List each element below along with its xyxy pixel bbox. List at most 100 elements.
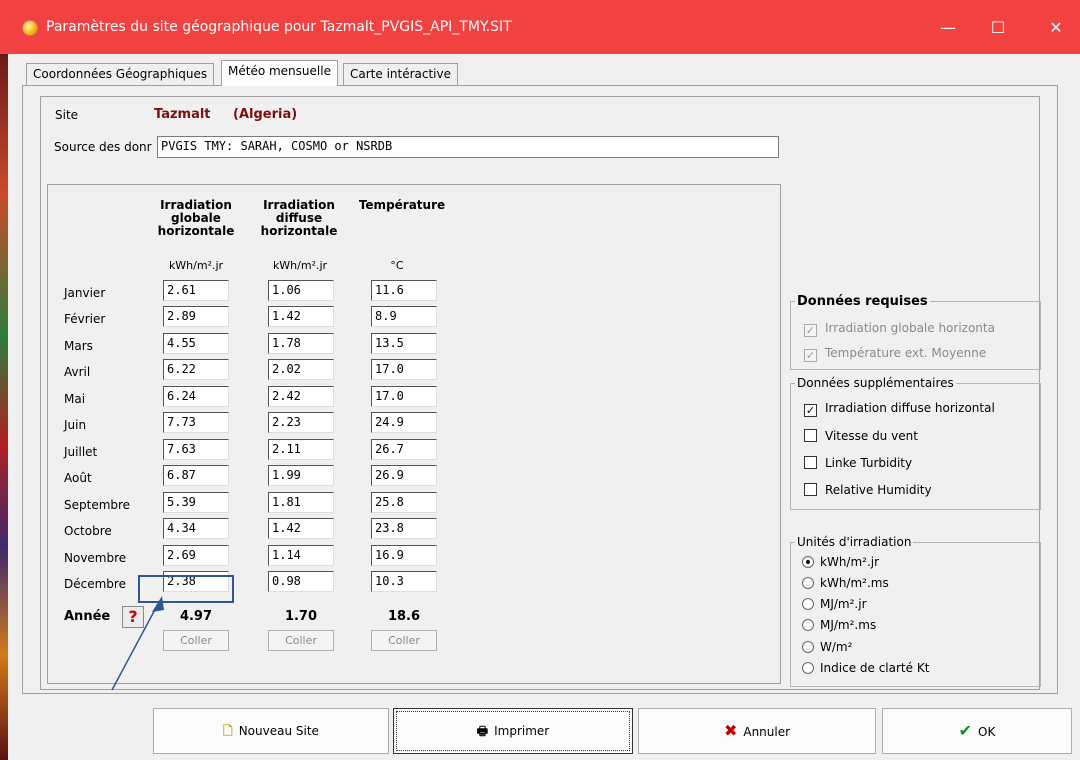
- cell-diffuse[interactable]: 2.02: [268, 359, 334, 380]
- tab-carte-interactive[interactable]: Carte intéractive: [343, 63, 459, 85]
- month-label: Septembre: [64, 498, 131, 512]
- radio-icon: [802, 598, 814, 610]
- cell-global[interactable]: 5.39: [163, 492, 229, 513]
- unit-option-kwh-ms[interactable]: kWh/m².ms: [802, 576, 889, 590]
- cell-diffuse[interactable]: 1.06: [268, 280, 334, 301]
- checkbox-icon: ✓: [804, 349, 817, 362]
- cell-temperature[interactable]: 8.9: [371, 306, 437, 327]
- print-button[interactable]: 🖶 Imprimer: [393, 708, 633, 754]
- radio-icon: [802, 641, 814, 653]
- cell-diffuse[interactable]: 2.23: [268, 412, 334, 433]
- cell-temperature[interactable]: 26.9: [371, 465, 437, 486]
- tab-meteo-mensuelle[interactable]: Météo mensuelle: [221, 60, 338, 86]
- cell-diffuse[interactable]: 1.42: [268, 306, 334, 327]
- radio-icon: [802, 577, 814, 589]
- source-label: Source des donr: [54, 140, 152, 154]
- additional-data-title: Données supplémentaires: [797, 376, 954, 390]
- unit-option-w-m2[interactable]: W/m²: [802, 640, 852, 654]
- source-input[interactable]: PVGIS TMY: SARAH, COSMO or NSRDB: [157, 136, 779, 158]
- cell-global[interactable]: 2.69: [163, 545, 229, 566]
- checkbox-icon: [804, 429, 817, 442]
- cancel-button[interactable]: ✖ Annuler: [638, 708, 876, 754]
- month-label: Octobre: [64, 524, 112, 538]
- cell-diffuse[interactable]: 1.78: [268, 333, 334, 354]
- year-label: Année: [64, 609, 111, 624]
- cell-global[interactable]: 2.89: [163, 306, 229, 327]
- cell-diffuse[interactable]: 1.99: [268, 465, 334, 486]
- paste-button-diffuse[interactable]: Coller: [268, 630, 334, 651]
- cell-temperature[interactable]: 16.9: [371, 545, 437, 566]
- cell-global[interactable]: 4.34: [163, 518, 229, 539]
- site-country: (Algeria): [233, 107, 298, 122]
- cell-global[interactable]: 4.55: [163, 333, 229, 354]
- unit-option-kwh-jr[interactable]: kWh/m².jr: [802, 555, 879, 569]
- total-diffuse: 1.70: [284, 609, 318, 624]
- cell-diffuse[interactable]: 1.42: [268, 518, 334, 539]
- unit-option-mj-jr[interactable]: MJ/m².jr: [802, 597, 867, 611]
- required-global-checkbox: ✓ Irradiation globale horizonta: [804, 321, 995, 337]
- col-header-diffuse: Irradiation diffuse horizontale: [260, 198, 338, 238]
- radio-icon: [802, 662, 814, 674]
- month-label: Mars: [64, 339, 93, 353]
- paste-button-global[interactable]: Coller: [163, 630, 229, 651]
- close-button[interactable]: ✕: [1036, 14, 1076, 42]
- cell-diffuse[interactable]: 0.98: [268, 571, 334, 592]
- unit-option-kt[interactable]: Indice de clarté Kt: [802, 661, 929, 675]
- cell-global[interactable]: 7.63: [163, 439, 229, 460]
- cell-temperature[interactable]: 10.3: [371, 571, 437, 592]
- cell-global[interactable]: 6.24: [163, 386, 229, 407]
- maximize-button[interactable]: ☐: [978, 14, 1018, 42]
- new-site-button[interactable]: 🗋 Nouveau Site: [153, 708, 389, 754]
- cell-temperature[interactable]: 26.7: [371, 439, 437, 460]
- radio-icon: [802, 619, 814, 631]
- unit-option-mj-ms[interactable]: MJ/m².ms: [802, 618, 876, 632]
- required-temperature-checkbox: ✓ Température ext. Moyenne: [804, 346, 987, 362]
- cell-global[interactable]: 7.73: [163, 412, 229, 433]
- total-global: 4.97: [179, 609, 213, 624]
- cell-temperature[interactable]: 25.8: [371, 492, 437, 513]
- unit-temperature: °C: [390, 259, 404, 272]
- cell-temperature[interactable]: 11.6: [371, 280, 437, 301]
- additional-diffuse-checkbox[interactable]: ✓ Irradiation diffuse horizontal: [804, 401, 995, 417]
- cell-global[interactable]: 2.61: [163, 280, 229, 301]
- cell-diffuse[interactable]: 2.11: [268, 439, 334, 460]
- paste-button-temperature[interactable]: Coller: [371, 630, 437, 651]
- unit-diffuse: kWh/m².jr: [272, 259, 328, 272]
- additional-linke-checkbox[interactable]: Linke Turbidity: [804, 456, 912, 470]
- cell-global[interactable]: 6.87: [163, 465, 229, 486]
- cell-temperature[interactable]: 17.0: [371, 386, 437, 407]
- minimize-button[interactable]: —: [928, 14, 968, 42]
- month-label: Avril: [64, 365, 91, 379]
- checkbox-icon: [804, 456, 817, 469]
- additional-humidity-checkbox[interactable]: Relative Humidity: [804, 483, 932, 497]
- new-document-icon: 🗋: [223, 724, 233, 738]
- app-icon: [22, 20, 38, 36]
- cell-temperature[interactable]: 17.0: [371, 359, 437, 380]
- month-label: Juin: [64, 418, 87, 432]
- month-label: Février: [64, 312, 106, 326]
- month-label: Août: [64, 471, 92, 485]
- check-icon: ✔: [958, 721, 973, 740]
- cell-diffuse[interactable]: 1.14: [268, 545, 334, 566]
- unit-global: kWh/m².jr: [168, 259, 224, 272]
- cell-temperature[interactable]: 23.8: [371, 518, 437, 539]
- additional-wind-checkbox[interactable]: Vitesse du vent: [804, 429, 918, 443]
- site-name: Tazmalt: [154, 107, 211, 122]
- cell-diffuse[interactable]: 2.42: [268, 386, 334, 407]
- col-header-temperature: Température: [358, 199, 446, 212]
- checkbox-icon: ✓: [804, 404, 817, 417]
- checkbox-icon: [804, 483, 817, 496]
- tab-coordonnees[interactable]: Coordonnées Géographiques: [26, 63, 215, 85]
- cell-temperature[interactable]: 13.5: [371, 333, 437, 354]
- help-icon[interactable]: ?: [122, 606, 144, 628]
- irradiation-units-title: Unités d'irradiation: [797, 535, 912, 549]
- printer-icon: 🖶: [476, 724, 489, 738]
- required-data-title: Données requises: [797, 294, 928, 309]
- month-label: Novembre: [64, 551, 127, 565]
- cell-diffuse[interactable]: 1.81: [268, 492, 334, 513]
- ok-button[interactable]: ✔ OK: [882, 708, 1072, 754]
- month-label: Juillet: [64, 445, 98, 459]
- cell-temperature[interactable]: 24.9: [371, 412, 437, 433]
- cross-icon: ✖: [723, 721, 738, 740]
- cell-global[interactable]: 6.22: [163, 359, 229, 380]
